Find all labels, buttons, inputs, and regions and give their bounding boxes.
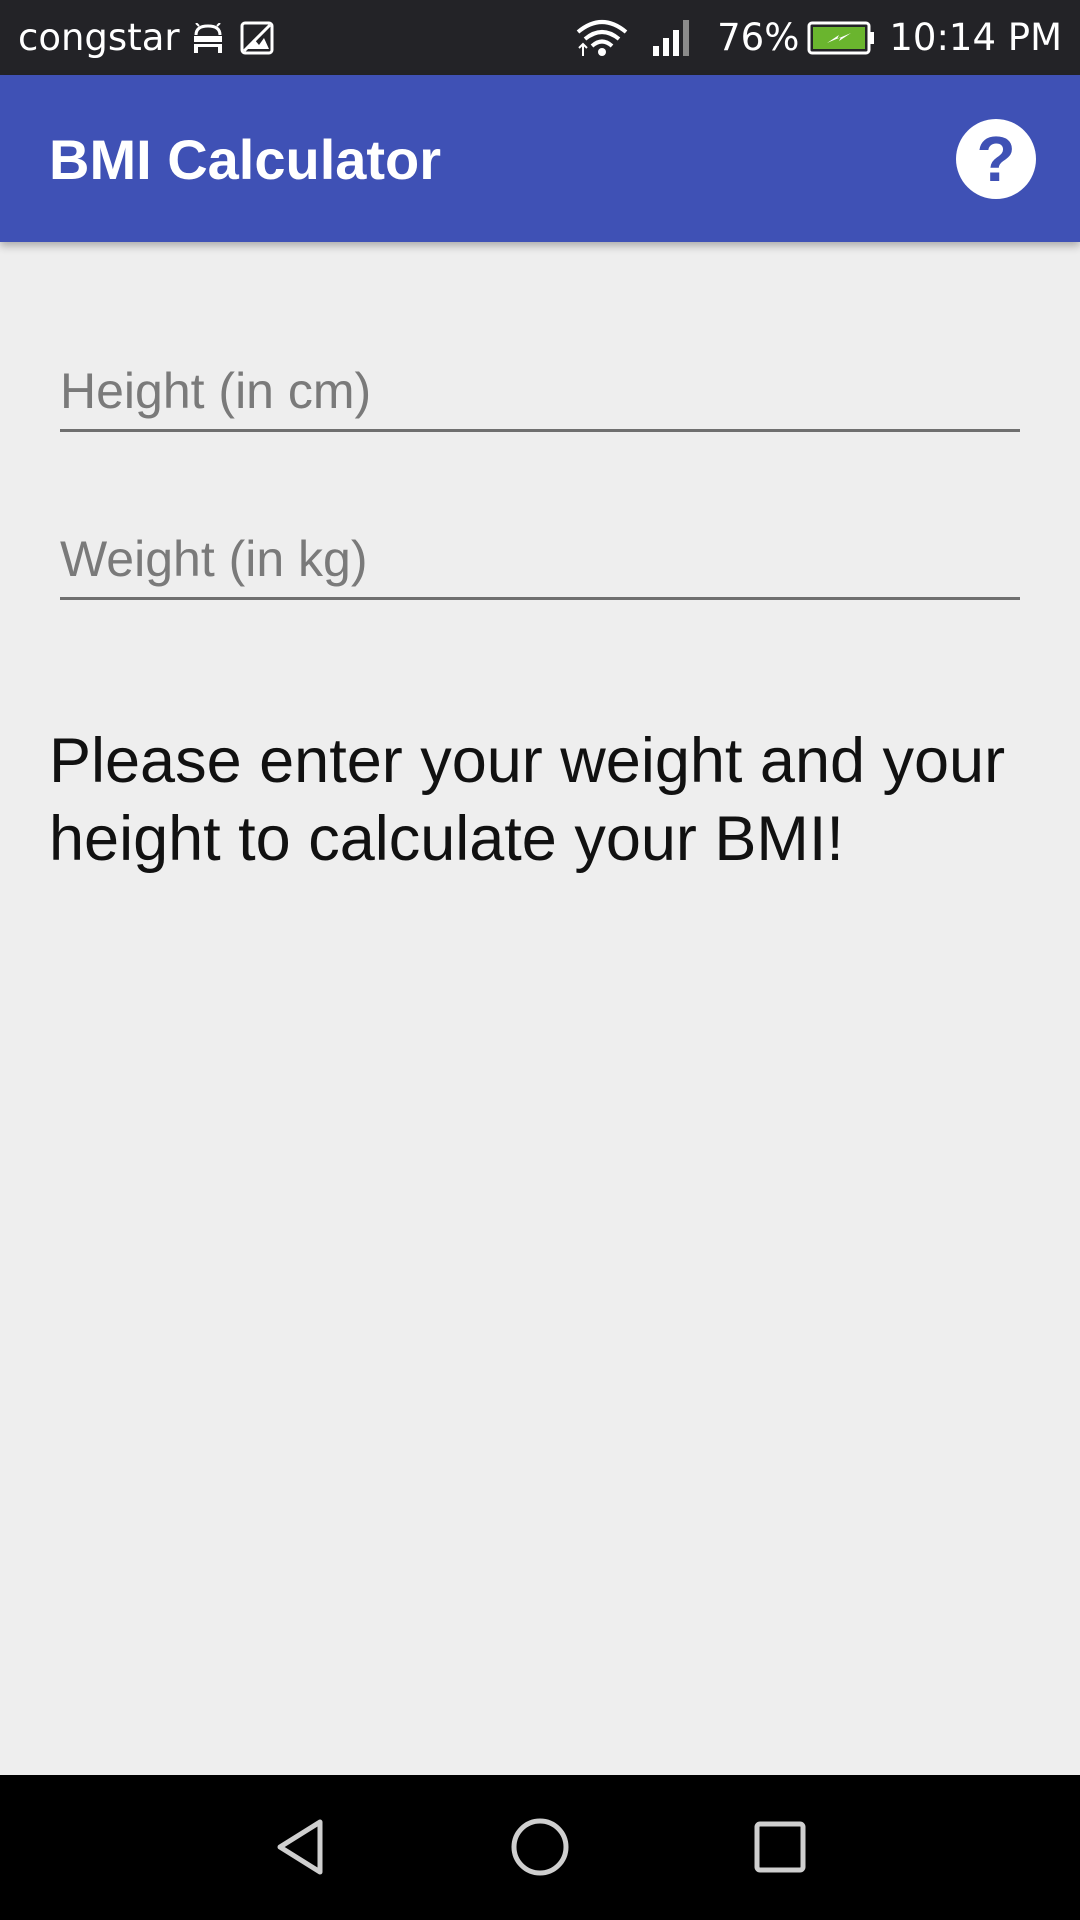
signal-icon: [651, 18, 695, 58]
battery-charging-icon: [807, 21, 875, 55]
app-title: BMI Calculator: [49, 128, 442, 191]
help-button[interactable]: ?: [956, 119, 1036, 199]
weight-input[interactable]: [60, 520, 1020, 600]
recents-button[interactable]: [738, 1805, 822, 1889]
back-icon: [277, 1819, 323, 1875]
help-icon: ?: [976, 123, 1016, 195]
navigation-bar: [0, 1775, 1080, 1920]
battery-percent: 76%: [717, 16, 800, 59]
recents-icon: [754, 1821, 806, 1873]
carrier-name: congstar: [18, 16, 180, 59]
status-bar: congstar 76% 10:14 PM: [0, 0, 1080, 75]
wifi-icon: [575, 18, 629, 58]
android-debug-icon: [190, 22, 226, 53]
clock: 10:14 PM: [889, 16, 1062, 59]
image-icon: [240, 21, 274, 55]
home-button[interactable]: [498, 1805, 582, 1889]
instruction-message: Please enter your weight and your height…: [49, 726, 1006, 874]
height-input[interactable]: [60, 352, 1020, 432]
home-icon: [511, 1818, 569, 1876]
status-right: 76% 10:14 PM: [565, 0, 1062, 75]
app-bar: BMI Calculator ?: [0, 75, 1080, 242]
status-left: congstar: [18, 0, 274, 75]
back-button[interactable]: [258, 1805, 342, 1889]
